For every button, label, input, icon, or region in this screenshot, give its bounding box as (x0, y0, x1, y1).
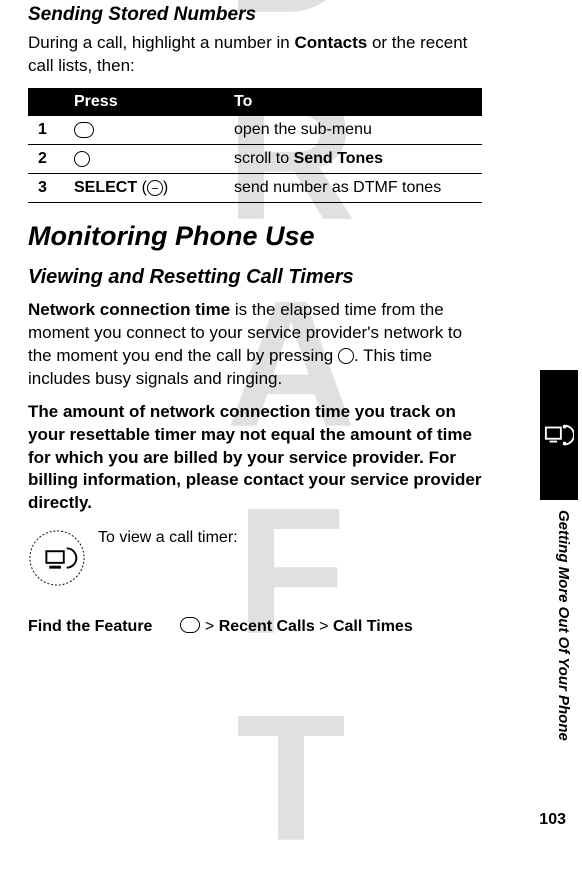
view-timer-text: To view a call timer: (98, 529, 238, 547)
row3-key: SELECT () (64, 173, 224, 202)
th-to: To (224, 88, 482, 116)
intro-pre: During a call, highlight a number in (28, 33, 294, 52)
path-call-times: Call Times (333, 618, 413, 635)
billing-warning: The amount of network connection time yo… (28, 401, 482, 516)
intro-contacts: Contacts (294, 33, 367, 52)
side-caption: Getting More Out Of Your Phone (548, 510, 572, 810)
page-content: Sending Stored Numbers During a call, hi… (0, 0, 510, 656)
find-feature-label: Find the Feature (28, 618, 152, 636)
row2-to-pre: scroll to (234, 150, 294, 167)
heading-viewing-resetting-timers: Viewing and Resetting Call Timers (28, 266, 482, 289)
table-row: 1 open the sub-menu (28, 116, 482, 145)
view-timer-row: To view a call timer: (28, 529, 482, 587)
find-the-feature: Find the Feature > Recent Calls > Call T… (28, 617, 482, 636)
section-sending-stored-numbers-title: Sending Stored Numbers (28, 4, 482, 26)
menu-key-icon (74, 122, 94, 138)
row1-num: 1 (28, 116, 64, 145)
side-tab-icon (540, 370, 578, 500)
row1-to: open the sub-menu (224, 116, 482, 145)
find-feature-path: > Recent Calls > Call Times (180, 617, 412, 636)
row2-num: 2 (28, 144, 64, 173)
end-key-icon (338, 348, 354, 364)
row3-num: 3 (28, 173, 64, 202)
table-row: 3 SELECT () send number as DTMF tones (28, 173, 482, 202)
page-number: 103 (539, 811, 566, 829)
row2-to: scroll to Send Tones (224, 144, 482, 173)
row2-key (64, 144, 224, 173)
menu-key-icon (180, 617, 200, 633)
sep1: > (200, 618, 218, 635)
row1-key (64, 116, 224, 145)
steps-table: Press To 1 open the sub-menu 2 scroll to… (28, 88, 482, 203)
network-subscription-dependent-feature-icon (28, 529, 86, 587)
path-recent-calls: Recent Calls (219, 618, 315, 635)
network-connection-paragraph: Network connection time is the elapsed t… (28, 299, 482, 391)
softkey-icon (147, 180, 163, 196)
table-row: 2 scroll to Send Tones (28, 144, 482, 173)
nct-bold: Network connection time (28, 300, 230, 319)
sending-intro: During a call, highlight a number in Con… (28, 32, 482, 78)
sep2: > (315, 618, 333, 635)
row3-to: send number as DTMF tones (224, 173, 482, 202)
nav-key-icon (74, 151, 90, 167)
select-label: SELECT (74, 179, 137, 196)
row2-to-bold: Send Tones (294, 150, 384, 167)
th-press: Press (64, 88, 224, 116)
heading-monitoring-phone-use: Monitoring Phone Use (28, 221, 482, 252)
th-blank (28, 88, 64, 116)
